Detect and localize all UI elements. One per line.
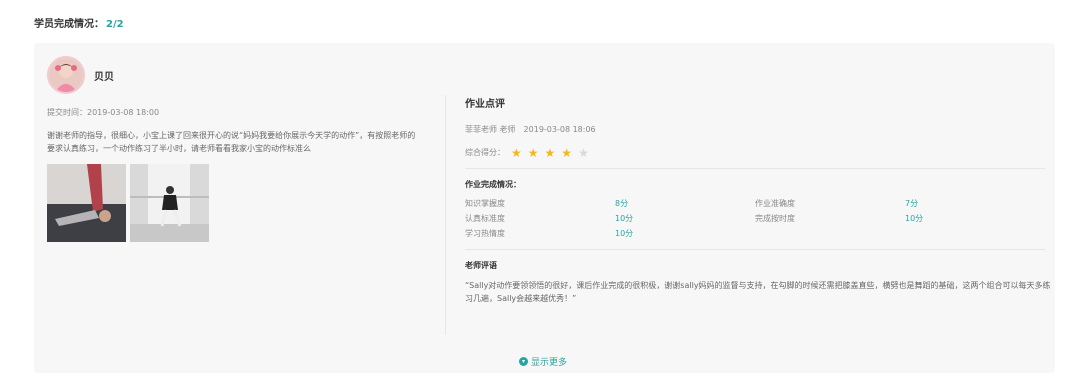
star-filled-icon: ★ <box>561 145 573 160</box>
teacher-review: 作业点评 菲菲老师 老师 2019-03-08 18:06 综合得分： ★ ★ ★… <box>465 95 1051 305</box>
teacher-info: 菲菲老师 老师 2019-03-08 18:06 <box>465 124 1045 135</box>
show-more-label: 显示更多 <box>531 358 568 368</box>
overall-score: 综合得分： ★ ★ ★ ★ ★ <box>465 145 1045 160</box>
score-item-value: 8分 <box>615 199 629 208</box>
star-filled-icon: ★ <box>511 145 522 160</box>
score-item-label: 完成按时度 <box>755 214 795 223</box>
completion-label: 学员完成情况： <box>34 19 104 30</box>
completion-count: 2/2 <box>106 19 124 30</box>
submit-time: 提交时间：2019-03-08 18:00 <box>47 108 160 117</box>
divider <box>465 168 1045 169</box>
completion-section-title: 作业完成情况： <box>465 180 521 189</box>
star-empty-icon: ★ <box>578 145 589 160</box>
score-item-label: 作业准确度 <box>755 199 795 208</box>
submission-photo[interactable] <box>47 164 126 242</box>
teacher-name: 菲菲老师 老师 <box>465 125 516 134</box>
completion-status: 学员完成情况： 2/2 <box>34 15 124 30</box>
divider <box>465 249 1045 250</box>
score-grid: 知识掌握度 8分 作业准确度 7分 认真标准度 10分 完成按时度 10分 学习… <box>465 198 1045 239</box>
submission-text: 谢谢老师的指导，很细心，小宝上课了回来很开心的说“妈妈我要给你展示今天学的动作”… <box>47 131 416 153</box>
score-item-value: 10分 <box>615 214 634 223</box>
score-item-label: 知识掌握度 <box>465 199 505 208</box>
score-item-value: 10分 <box>905 214 924 223</box>
teacher-comment: “Sally对动作要领领悟的很好，课后作业完成的很积极，谢谢sally妈妈的监督… <box>465 281 1051 303</box>
score-label: 综合得分： <box>465 148 505 157</box>
column-divider <box>445 95 446 335</box>
comment-title: 老师评语 <box>465 261 497 270</box>
review-title: 作业点评 <box>465 99 505 110</box>
avatar[interactable] <box>47 56 85 94</box>
student-name: 贝贝 <box>94 72 114 83</box>
star-filled-icon: ★ <box>527 145 539 160</box>
score-item-value: 7分 <box>905 199 919 208</box>
score-item-label: 学习热情度 <box>465 229 505 238</box>
review-time: 2019-03-08 18:06 <box>523 125 596 134</box>
chevron-down-icon: ▾ <box>519 357 528 366</box>
submission-photo[interactable] <box>130 164 209 242</box>
show-more-button[interactable]: ▾ 显示更多 <box>519 355 567 368</box>
star-filled-icon: ★ <box>544 145 556 160</box>
submission-card: 贝贝 提交时间：2019-03-08 18:00 谢谢老师的指导，很细心，小宝上… <box>34 43 1055 373</box>
score-item-label: 认真标准度 <box>465 214 505 223</box>
score-item-value: 10分 <box>615 229 634 238</box>
